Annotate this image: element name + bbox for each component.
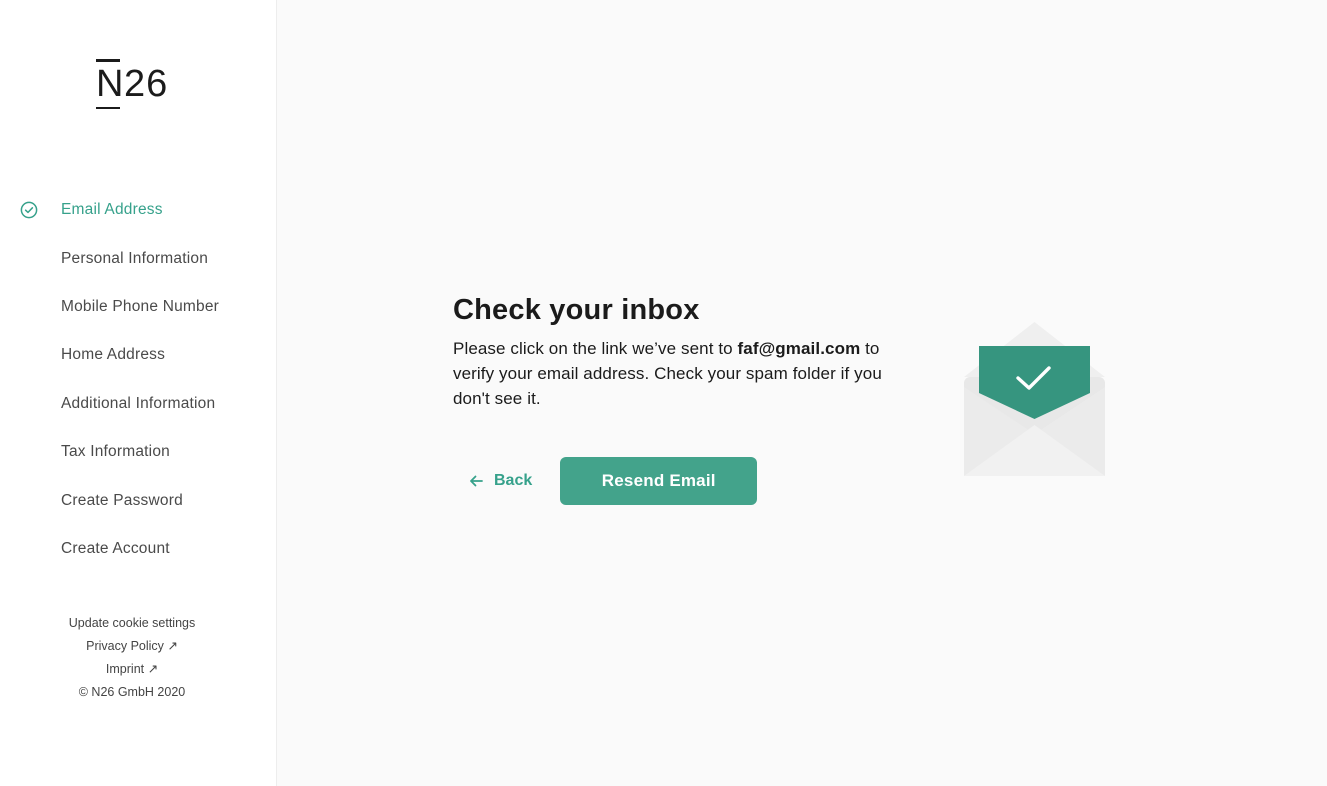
sidebar: N 26 Email Address Personal Information … xyxy=(0,0,277,786)
step-personal-information[interactable]: Personal Information xyxy=(0,234,276,282)
open-envelope-check-icon xyxy=(964,322,1105,476)
action-bar: Back Resend Email xyxy=(453,457,758,505)
signup-steps: Email Address Personal Information Mobil… xyxy=(0,186,276,573)
step-label: Create Account xyxy=(61,539,170,557)
step-home-address[interactable]: Home Address xyxy=(0,331,276,379)
step-mobile-phone-number[interactable]: Mobile Phone Number xyxy=(0,283,276,331)
step-label: Personal Information xyxy=(61,249,209,267)
page-title: Check your inbox xyxy=(453,294,700,326)
back-label: Back xyxy=(494,472,533,489)
step-label: Additional Information xyxy=(61,394,216,412)
check-circle-icon xyxy=(20,201,38,219)
sidebar-footer: Update cookie settings Privacy Policy ↗ … xyxy=(0,612,264,704)
step-label: Home Address xyxy=(61,346,166,364)
instructions-text: Please click on the link we’ve sent to f… xyxy=(453,336,923,411)
n26-logo[interactable]: N 26 xyxy=(96,58,176,110)
step-label: Tax Information xyxy=(61,443,170,461)
arrow-left-icon xyxy=(470,475,483,487)
privacy-policy-link[interactable]: Privacy Policy ↗ xyxy=(0,635,264,658)
back-button[interactable]: Back xyxy=(453,457,548,505)
logo-digits: 26 xyxy=(124,63,169,105)
main-content: Check your inbox Please click on the lin… xyxy=(277,0,1327,786)
inbox-message: Check your inbox Please click on the lin… xyxy=(453,290,923,411)
resend-email-button[interactable]: Resend Email xyxy=(560,457,758,505)
step-additional-information[interactable]: Additional Information xyxy=(0,380,276,428)
cookie-settings-link[interactable]: Update cookie settings xyxy=(0,612,264,635)
step-label: Email Address xyxy=(61,201,163,219)
step-email-address[interactable]: Email Address xyxy=(0,186,276,234)
email-address: faf@gmail.com xyxy=(737,339,861,358)
copyright-text: © N26 GmbH 2020 xyxy=(78,685,186,699)
step-create-password[interactable]: Create Password xyxy=(0,476,276,524)
step-tax-information[interactable]: Tax Information xyxy=(0,428,276,476)
imprint-link[interactable]: Imprint ↗ xyxy=(0,658,264,681)
instructions-before: Please click on the link we’ve sent to xyxy=(453,339,738,358)
step-create-account[interactable]: Create Account xyxy=(0,525,276,573)
logo-letter: N xyxy=(96,58,123,110)
step-label: Mobile Phone Number xyxy=(61,297,220,315)
step-label: Create Password xyxy=(61,491,183,509)
